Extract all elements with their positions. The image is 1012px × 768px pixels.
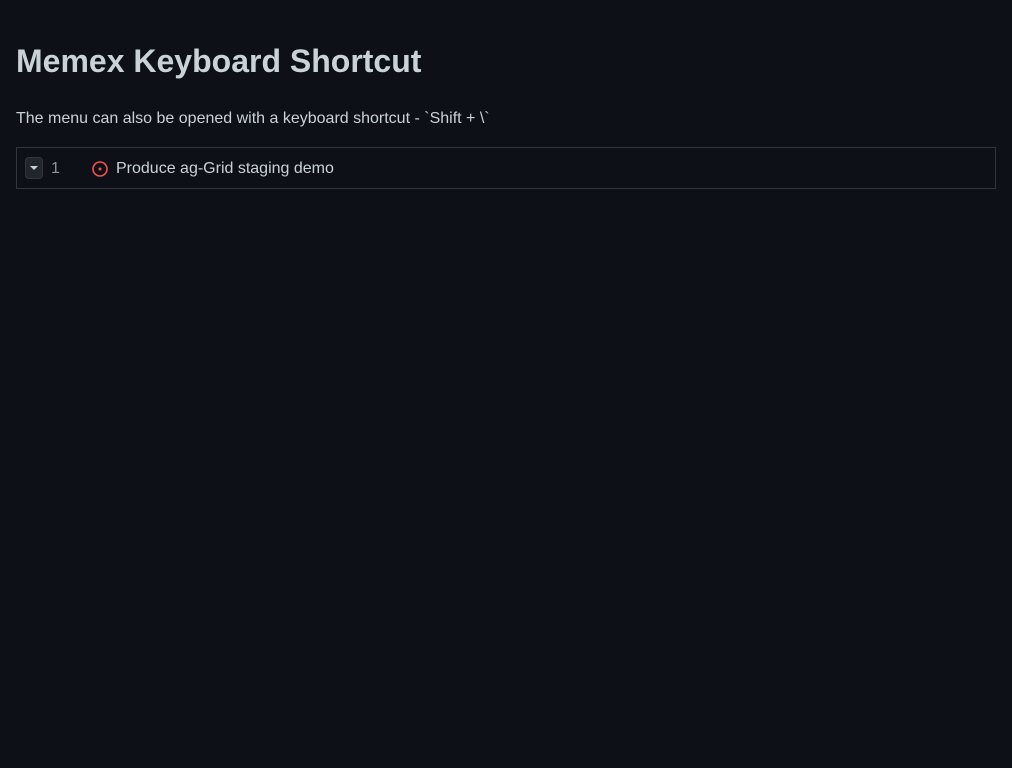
page-description: The menu can also be opened with a keybo… [16, 110, 490, 127]
page: Memex Keyboard Shortcut The menu can als… [0, 0, 1012, 768]
row-menu-button[interactable] [25, 157, 43, 179]
table-row[interactable]: 1 Produce ag-Grid staging demo [16, 147, 996, 189]
row-number: 1 [51, 160, 60, 177]
row-title[interactable]: Produce ag-Grid staging demo [116, 159, 334, 179]
caret-down-icon [30, 166, 38, 170]
page-title: Memex Keyboard Shortcut [16, 43, 422, 79]
issue-opened-icon [91, 160, 109, 178]
